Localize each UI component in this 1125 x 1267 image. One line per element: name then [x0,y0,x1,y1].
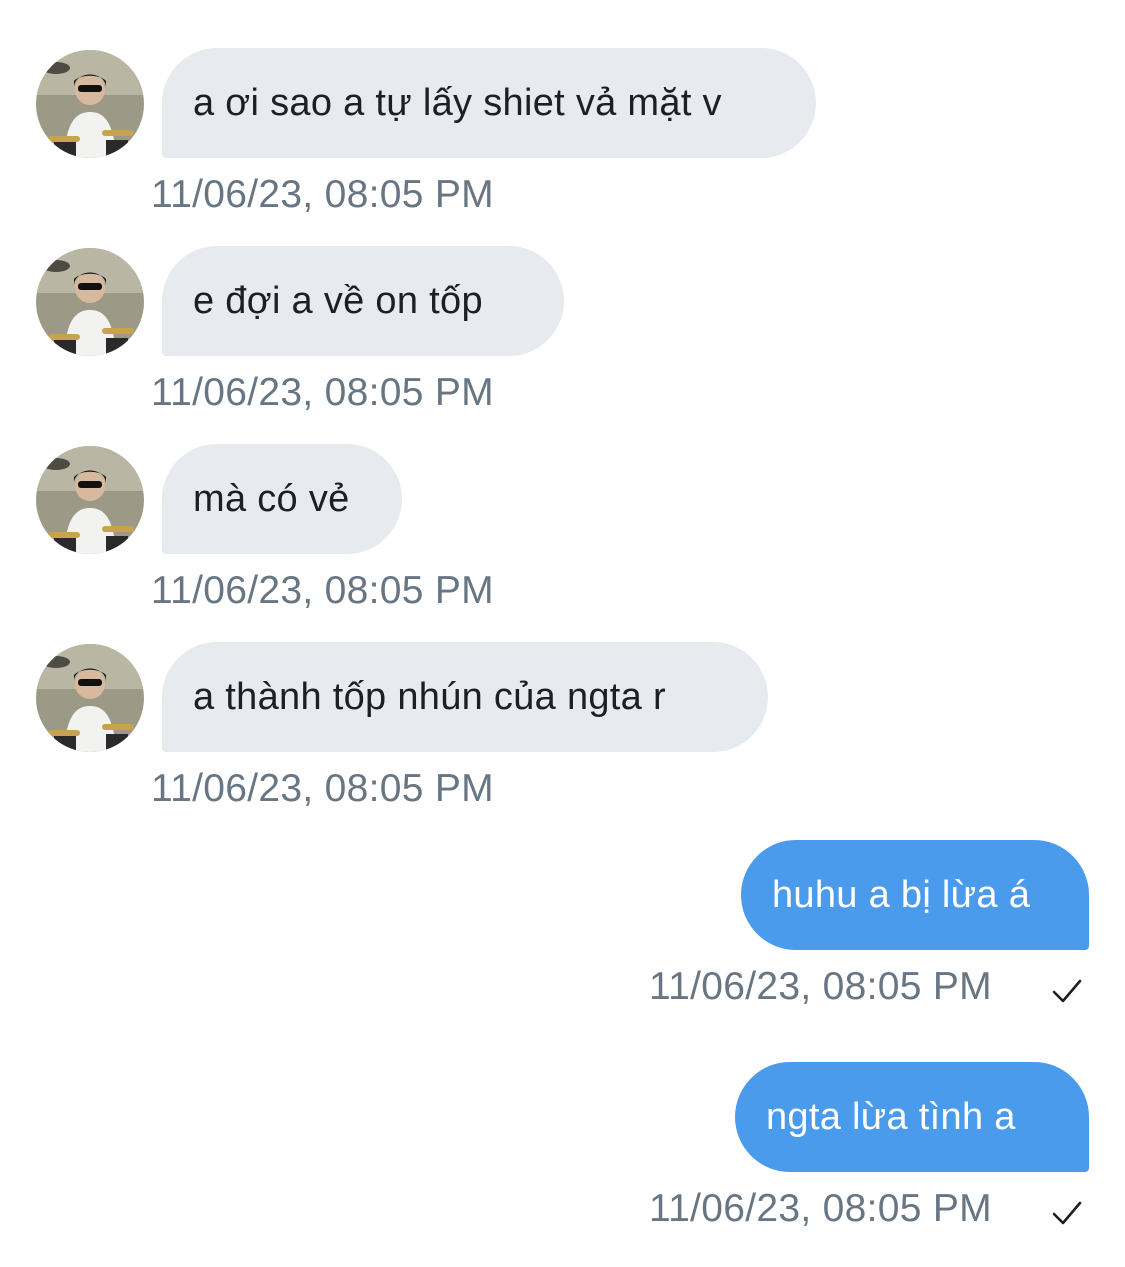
message-timestamp: 11/06/23, 08:05 PM [151,371,494,414]
message-bubble[interactable]: a thành tốp nhún của ngta r [162,642,768,752]
avatar[interactable] [36,644,144,752]
message-timestamp: 11/06/23, 08:05 PM [151,767,494,810]
message-timestamp: 11/06/23, 08:05 PM [151,173,494,216]
message-text: huhu a bị lừa á [772,873,1031,916]
message-timestamp: 11/06/23, 08:05 PM [151,569,494,612]
avatar-photo-icon [36,50,144,158]
message-bubble[interactable]: mà có vẻ [162,444,402,554]
avatar[interactable] [36,446,144,554]
avatar-photo-icon [36,644,144,752]
avatar-photo-icon [36,446,144,554]
message-bubble[interactable]: ngta lừa tình a [735,1062,1089,1172]
message-text: e đợi a về on tốp [193,279,483,322]
message-bubble[interactable]: a ơi sao a tự lấy shiet vả mặt v [162,48,816,158]
avatar[interactable] [36,50,144,158]
avatar[interactable] [36,248,144,356]
checkmark-icon [1052,979,1082,1003]
message-bubble[interactable]: huhu a bị lừa á [741,840,1089,950]
message-timestamp: 11/06/23, 08:05 PM [649,965,992,1008]
message-timestamp: 11/06/23, 08:05 PM [649,1187,992,1230]
message-text: ngta lừa tình a [766,1095,1016,1138]
avatar-photo-icon [36,248,144,356]
message-text: a ơi sao a tự lấy shiet vả mặt v [193,81,722,124]
message-bubble[interactable]: e đợi a về on tốp [162,246,564,356]
message-text: mà có vẻ [193,477,350,520]
checkmark-icon [1052,1201,1082,1225]
message-text: a thành tốp nhún của ngta r [193,675,666,718]
